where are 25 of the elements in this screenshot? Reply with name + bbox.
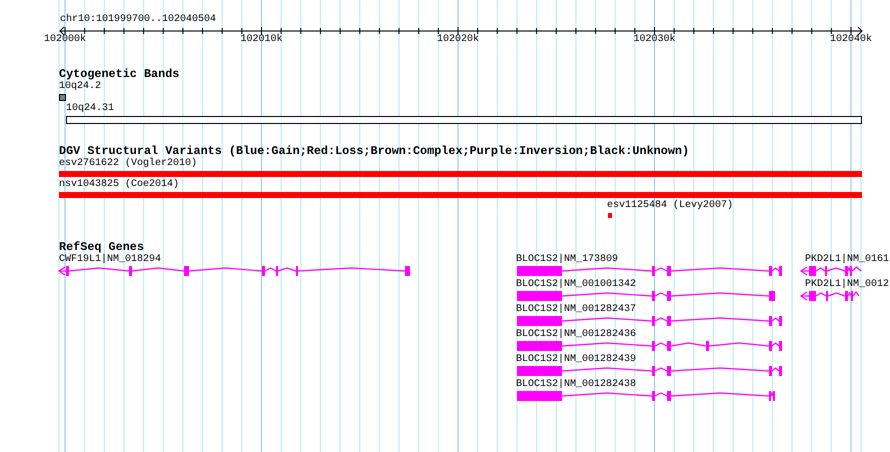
gene-label: BLOC1S2|NM_001282437 (516, 304, 636, 316)
gene-label: BLOC1S2|NM_001282439 (516, 354, 636, 366)
gene-label: PKD2L1|NM_0012 (805, 279, 890, 291)
variant-label: nsv1043825 (Coe2014) (59, 179, 180, 191)
gene-model (801, 266, 861, 276)
gene-label: BLOC1S2|NM_001282438 (516, 379, 636, 391)
gene-model (801, 291, 859, 301)
tick-label: 102030k (634, 34, 676, 46)
gene-label: BLOC1S2|NM_173809 (516, 254, 618, 266)
gene-label: CWF19L1|NM_018294 (59, 254, 162, 266)
region-label: chr10:101999700..102040504 (60, 14, 216, 26)
gene-label: PKD2L1|NM_0161 (805, 254, 890, 266)
gene-label: BLOC1S2|NM_001001342 (516, 279, 636, 291)
band-label: 10q24.2 (59, 81, 102, 93)
variant-label: esv1125484 (Levy2007) (607, 200, 734, 212)
track-title: Cytogenetic Bands (58, 68, 180, 81)
tick-label: 102010k (240, 34, 282, 46)
tick-label: 102000k (44, 34, 86, 46)
variant-label: esv2761622 (Vogler2010) (59, 158, 198, 170)
band-label: 10q24.31 (66, 103, 114, 115)
gene-label: BLOC1S2|NM_001282436 (516, 329, 636, 341)
track-title: DGV Structural Variants (Blue:Gain;Red:Loss;Brown:Complex;Purple:Inversion;Black:Unknown) (58, 145, 690, 158)
tick-label: 102020k (437, 34, 479, 46)
track-title: RefSeq Genes (58, 241, 144, 254)
tick-label: 102040k (830, 34, 872, 46)
